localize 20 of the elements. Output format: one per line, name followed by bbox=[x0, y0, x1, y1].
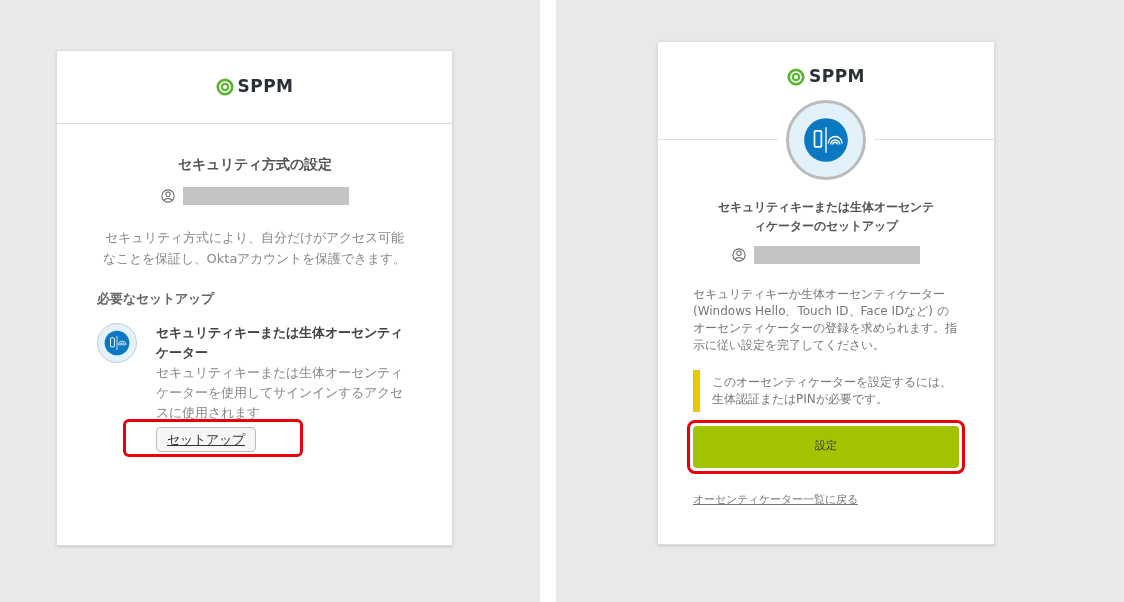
card-title: セキュリティ方式の設定 bbox=[177, 155, 332, 174]
logo-text: SPPM bbox=[809, 65, 865, 88]
back-link[interactable]: オーセンティケーター一覧に戻る bbox=[693, 491, 858, 508]
description: セキュリティ方式により、自分だけがアクセス可能なことを保証し、Oktaアカウントを保護できます。 bbox=[102, 229, 407, 268]
user-icon bbox=[732, 247, 746, 262]
logo-icon bbox=[787, 67, 806, 86]
card-title: セキュリティキーまたは生体オーセンティケーターのセットアップ bbox=[717, 198, 935, 235]
method-description: セキュリティキーまたは生体オーセンティケーターを使用してサインインするアクセスに使用されます bbox=[156, 363, 404, 422]
security-key-fingerprint-icon bbox=[803, 116, 849, 163]
security-key-fingerprint-icon bbox=[104, 329, 130, 356]
warning-bar bbox=[693, 369, 700, 412]
logo-text: SPPM bbox=[237, 75, 294, 99]
user-icon bbox=[160, 189, 175, 203]
method-title: セキュリティキーまたは生体オーセンティケーター bbox=[156, 323, 404, 362]
section-heading: 必要なセットアップ bbox=[97, 290, 216, 308]
notice-text: このオーセンティケーターを設定するには、生体認証またはPINが必要です。 bbox=[712, 373, 953, 408]
logo-icon bbox=[215, 78, 234, 96]
setup-button[interactable]: 設定 bbox=[693, 425, 959, 468]
setup-button[interactable]: セットアップ bbox=[156, 426, 256, 452]
description: セキュリティキーか生体オーセンティケーター(Windows Hello、Touch ID、Face IDなど) のオーセンティケーターの登録を求められます。指示に従い設定を完了してください。 bbox=[693, 285, 958, 354]
